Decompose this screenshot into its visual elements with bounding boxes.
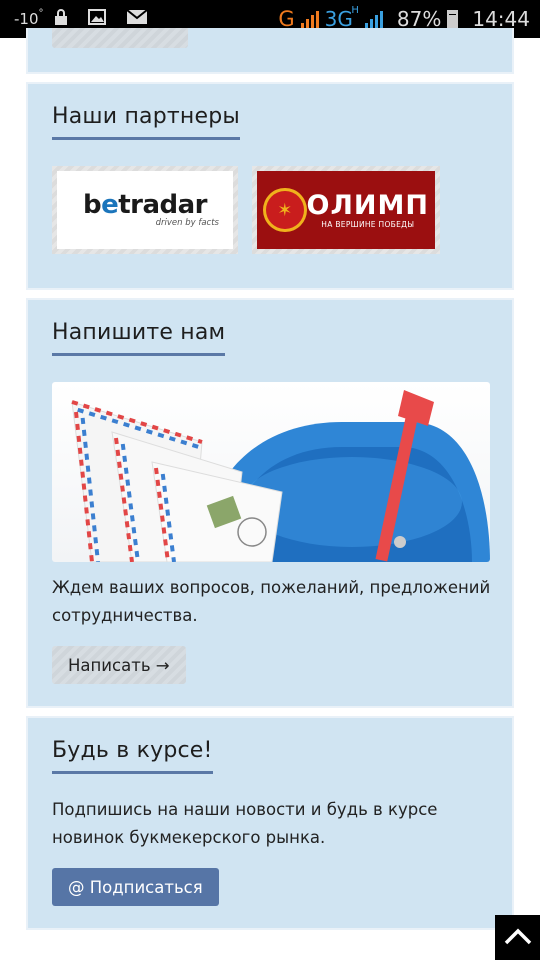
betradar-word-rest: tradar — [118, 190, 208, 220]
previous-section-panel — [26, 28, 514, 74]
image-icon — [88, 9, 106, 29]
chevron-up-icon — [503, 926, 533, 950]
scroll-top-button[interactable] — [495, 915, 540, 960]
subscribe-panel: Будь в курсе! Подпишись на наши новости … — [26, 716, 514, 930]
olimp-word: ОЛИМП — [306, 189, 429, 221]
subscribe-button[interactable]: @ Подписаться — [52, 868, 219, 906]
betradar-word-e: e — [101, 190, 119, 220]
signal-icon-3g — [364, 10, 383, 28]
temperature-value: -10 — [14, 10, 39, 28]
signal-icon — [300, 10, 319, 28]
subscribe-title: Будь в курсе! — [52, 738, 213, 774]
contact-text: Ждем ваших вопросов, пожеланий, предложе… — [52, 578, 491, 625]
lock-icon — [54, 8, 68, 30]
subscribe-text: Подпишись на наши новости и будь в курсе… — [52, 800, 438, 847]
partner-logo-betradar[interactable]: betradar driven by facts — [52, 166, 238, 254]
previous-section-button[interactable] — [52, 28, 188, 48]
network-h-label: H — [351, 5, 359, 16]
olimp-logo: ✶ ОЛИМП НА ВЕРШИНЕ ПОБЕДЫ — [257, 171, 435, 249]
betradar-logo: betradar driven by facts — [57, 171, 233, 249]
temperature-unit: ° — [38, 7, 44, 19]
betradar-wordmark: betradar — [82, 190, 208, 220]
mailbox-illustration — [52, 382, 490, 562]
write-button[interactable]: Написать → — [52, 646, 186, 684]
battery-icon — [447, 9, 459, 29]
mail-icon — [126, 9, 148, 29]
partner-logo-olimp[interactable]: ✶ ОЛИМП НА ВЕРШИНЕ ПОБЕДЫ — [252, 166, 440, 254]
partners-title: Наши партнеры — [52, 104, 240, 140]
contact-panel: Напишите нам Ждем ваших вопросов, пожела… — [26, 298, 514, 708]
contact-title: Напишите нам — [52, 320, 226, 356]
betradar-word-b: b — [82, 190, 102, 220]
betradar-tagline: driven by facts — [155, 218, 219, 228]
olimp-tagline: НА ВЕРШИНЕ ПОБЕДЫ — [321, 219, 415, 229]
partners-panel: Наши партнеры betradar driven by facts ✶… — [26, 82, 514, 290]
olimp-emblem-icon: ✶ — [263, 188, 307, 232]
olimp-wordmark: ОЛИМП НА ВЕРШИНЕ ПОБЕДЫ — [306, 189, 429, 229]
